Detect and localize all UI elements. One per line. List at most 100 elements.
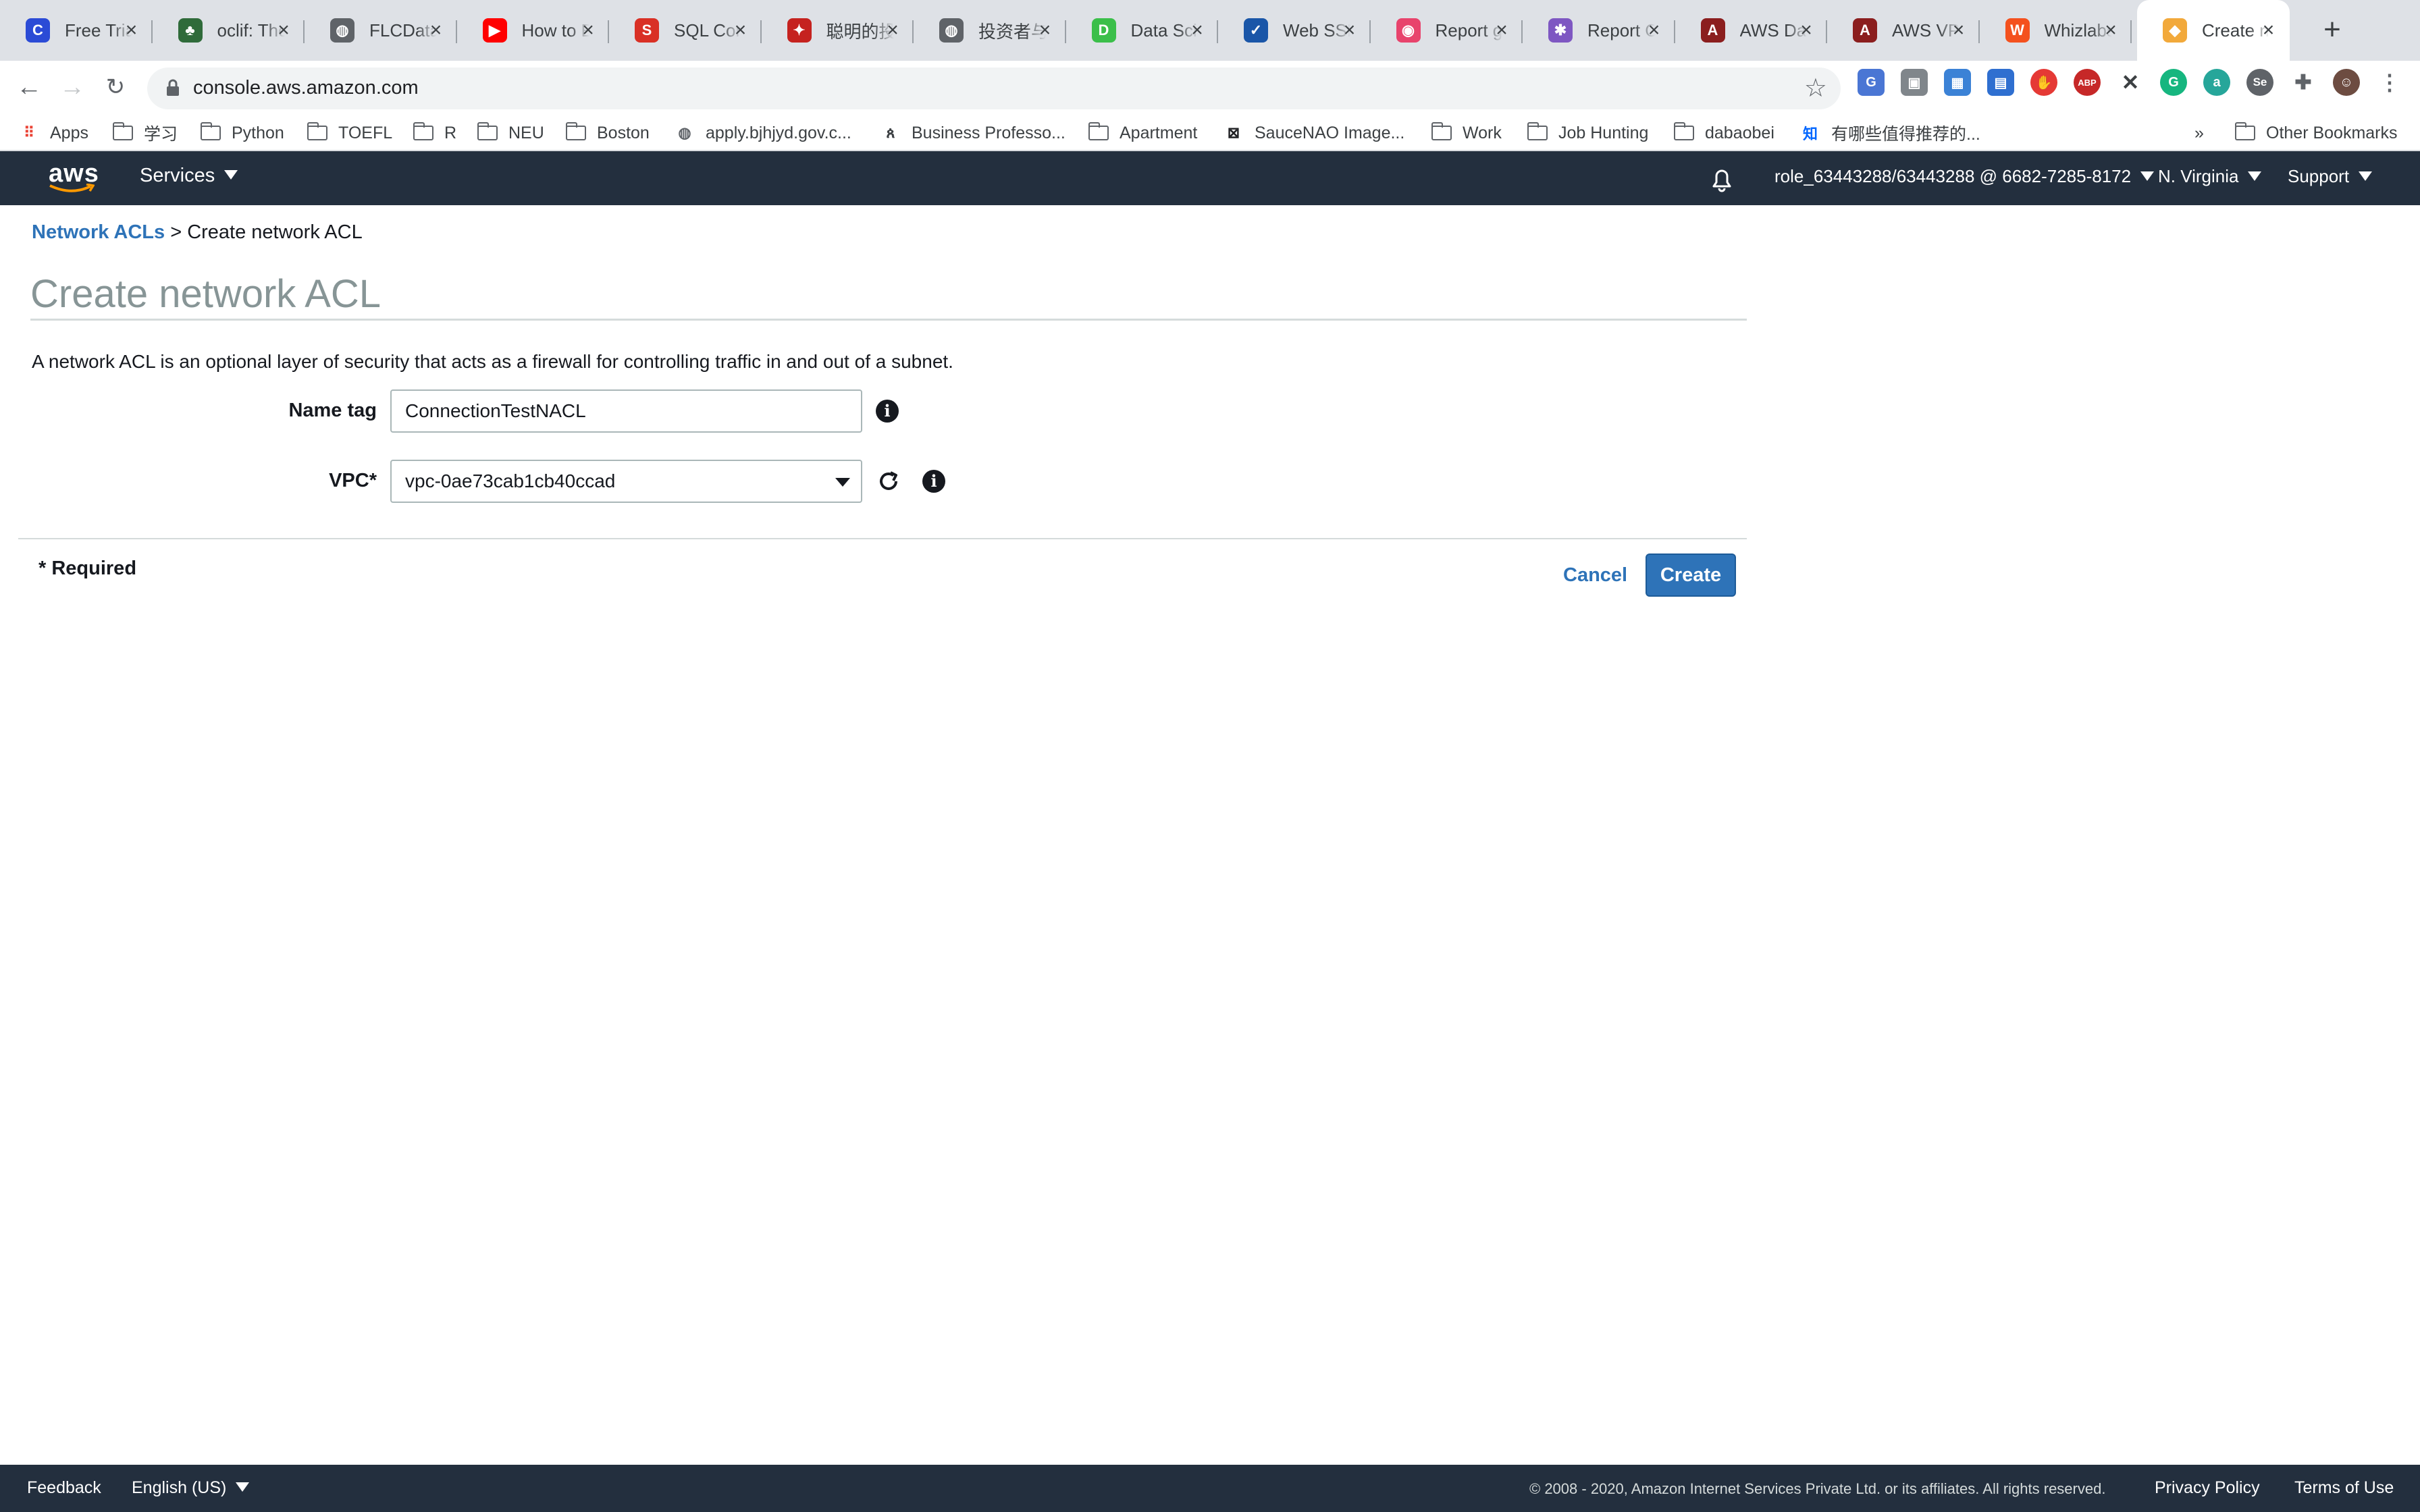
tab-favicon-icon: ◍	[939, 18, 964, 43]
bookmark-item[interactable]: ጰ Business Professo...	[880, 116, 1065, 150]
bookmark-item[interactable]: TOEFL	[307, 116, 392, 150]
tab-close-icon[interactable]: ×	[1492, 20, 1512, 40]
bookmark-item[interactable]: 学习	[113, 116, 178, 150]
lock-icon	[167, 79, 179, 96]
person-icon: ጰ	[886, 124, 895, 141]
new-tab-button[interactable]: +	[2315, 14, 2350, 49]
feedback-link[interactable]: Feedback	[27, 1478, 101, 1498]
stop-extension-icon[interactable]: ✋	[2030, 69, 2057, 96]
tab-close-icon[interactable]: ×	[2101, 20, 2121, 40]
grammarly-icon[interactable]: G	[2160, 69, 2187, 96]
tab-close-icon[interactable]: ×	[1187, 20, 1207, 40]
bookmark-label: 有哪些值得推荐的...	[1831, 125, 1980, 144]
bookmark-star-icon[interactable]: ☆	[1804, 73, 1827, 103]
cancel-button[interactable]: Cancel	[1563, 564, 1627, 587]
bell-icon[interactable]	[1708, 166, 1735, 193]
bookmark-item[interactable]: ⊠ SauceNAO Image...	[1224, 116, 1405, 150]
region-menu[interactable]: N. Virginia	[2158, 166, 2262, 187]
tab-close-icon[interactable]: ×	[1949, 20, 1969, 40]
bookmark-item[interactable]: R	[413, 116, 456, 150]
folder-icon	[2235, 122, 2255, 140]
support-menu[interactable]: Support	[2288, 166, 2373, 187]
account-menu[interactable]: role_63443288/63443288 @ 6682-7285-8172	[1774, 166, 2155, 187]
tab-favicon-icon: ♣	[178, 18, 203, 43]
reader-extension-icon[interactable]: ▤	[1987, 69, 2014, 96]
extension-badge-icon[interactable]: a	[2203, 69, 2230, 96]
forward-icon[interactable]: →	[55, 70, 89, 104]
tab-close-icon[interactable]: ×	[1340, 20, 1360, 40]
x-extension-icon[interactable]: ✕	[2117, 69, 2144, 96]
profile-avatar-icon[interactable]: ☺	[2333, 69, 2360, 96]
back-icon[interactable]: ←	[12, 70, 46, 104]
vpc-info-icon[interactable]: i	[922, 470, 945, 493]
browser-tab[interactable]: ✦ 聪明的投 ×	[762, 0, 914, 61]
create-button[interactable]: Create	[1646, 554, 1736, 597]
puzzle-extensions-icon[interactable]: ✚	[2290, 69, 2317, 96]
browser-tab[interactable]: ◍ 投资者与 ×	[914, 0, 1066, 61]
bookmark-item[interactable]: ⠿ Apps	[19, 116, 88, 150]
tab-close-icon[interactable]: ×	[1644, 20, 1664, 40]
other-bookmarks-folder[interactable]: Other Bookmarks	[2235, 116, 2398, 150]
folder-icon	[1088, 122, 1109, 140]
tab-close-icon[interactable]: ×	[426, 20, 446, 40]
calendar-extension-icon[interactable]: ▦	[1944, 69, 1971, 96]
browser-tab[interactable]: ◆ Create n ×	[2137, 0, 2290, 61]
browser-tab[interactable]: ◍ FLCData ×	[305, 0, 457, 61]
reload-icon[interactable]: ↻	[99, 70, 132, 104]
tab-close-icon[interactable]: ×	[2259, 20, 2279, 40]
name-tag-input[interactable]: ConnectionTestNACL	[390, 389, 862, 433]
browser-tab[interactable]: W Whizlabs ×	[1980, 0, 2132, 61]
tab-close-icon[interactable]: ×	[273, 20, 294, 40]
address-bar[interactable]: console.aws.amazon.com ☆	[147, 68, 1841, 109]
browser-tab[interactable]: ♣ oclif: The ×	[153, 0, 305, 61]
browser-tab[interactable]: C Free Trial ×	[0, 0, 153, 61]
bookmark-item[interactable]: Boston	[566, 116, 650, 150]
bookmark-item[interactable]: 知有哪些值得推荐的...	[1800, 116, 1980, 150]
tab-favicon-icon: ◍	[330, 18, 354, 43]
name-tag-info-icon[interactable]: i	[876, 400, 899, 423]
privacy-policy-link[interactable]: Privacy Policy	[2155, 1478, 2260, 1498]
folder-icon	[1431, 122, 1452, 140]
bookmark-item[interactable]: ◍ apply.bjhjyd.gov.c...	[675, 116, 851, 150]
adblock-plus-icon[interactable]: ABP	[2074, 69, 2101, 96]
form-divider	[18, 538, 1747, 539]
tab-close-icon[interactable]: ×	[1035, 20, 1055, 40]
bookmark-item[interactable]: Apartment	[1088, 116, 1197, 150]
caret-down-icon	[2140, 171, 2155, 182]
translate-extension-icon[interactable]: G	[1858, 69, 1885, 96]
tab-close-icon[interactable]: ×	[731, 20, 751, 40]
browser-tab[interactable]: ✓Web SSR×	[1218, 0, 1371, 61]
browser-tab-strip: C Free Trial × ♣ oclif: The × ◍ FLCData × ▶ How to…	[0, 0, 2420, 61]
language-selector[interactable]: English (US)	[132, 1478, 250, 1498]
tab-close-icon[interactable]: ×	[122, 20, 142, 40]
bookmark-item[interactable]: Python	[201, 116, 284, 150]
more-bookmarks-chevron[interactable]: »	[2194, 116, 2204, 150]
bookmark-item[interactable]: NEU	[477, 116, 544, 150]
browser-menu-icon[interactable]: ⋮	[2376, 69, 2403, 96]
tab-close-icon[interactable]: ×	[1796, 20, 1816, 40]
bookmark-item[interactable]: Job Hunting	[1527, 116, 1648, 150]
bookmark-item[interactable]: dabaobei	[1674, 116, 1774, 150]
refresh-icon[interactable]	[876, 468, 901, 494]
seo-extension-icon[interactable]: Se	[2246, 69, 2273, 96]
tab-favicon-icon: ◆	[2163, 18, 2187, 43]
browser-tab[interactable]: ✱ Report C ×	[1523, 0, 1675, 61]
tab-close-icon[interactable]: ×	[578, 20, 598, 40]
tab-separator	[2130, 20, 2132, 43]
browser-tab[interactable]: A AWS Dat ×	[1675, 0, 1827, 61]
browser-tab[interactable]: ▶ How to E ×	[457, 0, 609, 61]
extension-icon[interactable]: ▣	[1901, 69, 1928, 96]
browser-tab[interactable]: AAWS VPC×	[1827, 0, 1980, 61]
services-menu[interactable]: Services	[140, 165, 238, 187]
browser-tab[interactable]: ◉ Report g ×	[1371, 0, 1523, 61]
browser-tab[interactable]: D Data Sci ×	[1066, 0, 1218, 61]
vpc-selected-value: vpc-0ae73cab1cb40ccad	[405, 470, 616, 491]
breadcrumb-link-network-acls[interactable]: Network ACLs	[32, 221, 165, 243]
caret-down-icon	[2359, 171, 2373, 182]
tab-favicon-icon: S	[635, 18, 659, 43]
bookmark-item[interactable]: Work	[1431, 116, 1502, 150]
tab-close-icon[interactable]: ×	[883, 20, 903, 40]
browser-tab[interactable]: S SQL Con ×	[609, 0, 762, 61]
vpc-select[interactable]: vpc-0ae73cab1cb40ccad	[390, 460, 862, 503]
terms-of-use-link[interactable]: Terms of Use	[2294, 1478, 2394, 1498]
